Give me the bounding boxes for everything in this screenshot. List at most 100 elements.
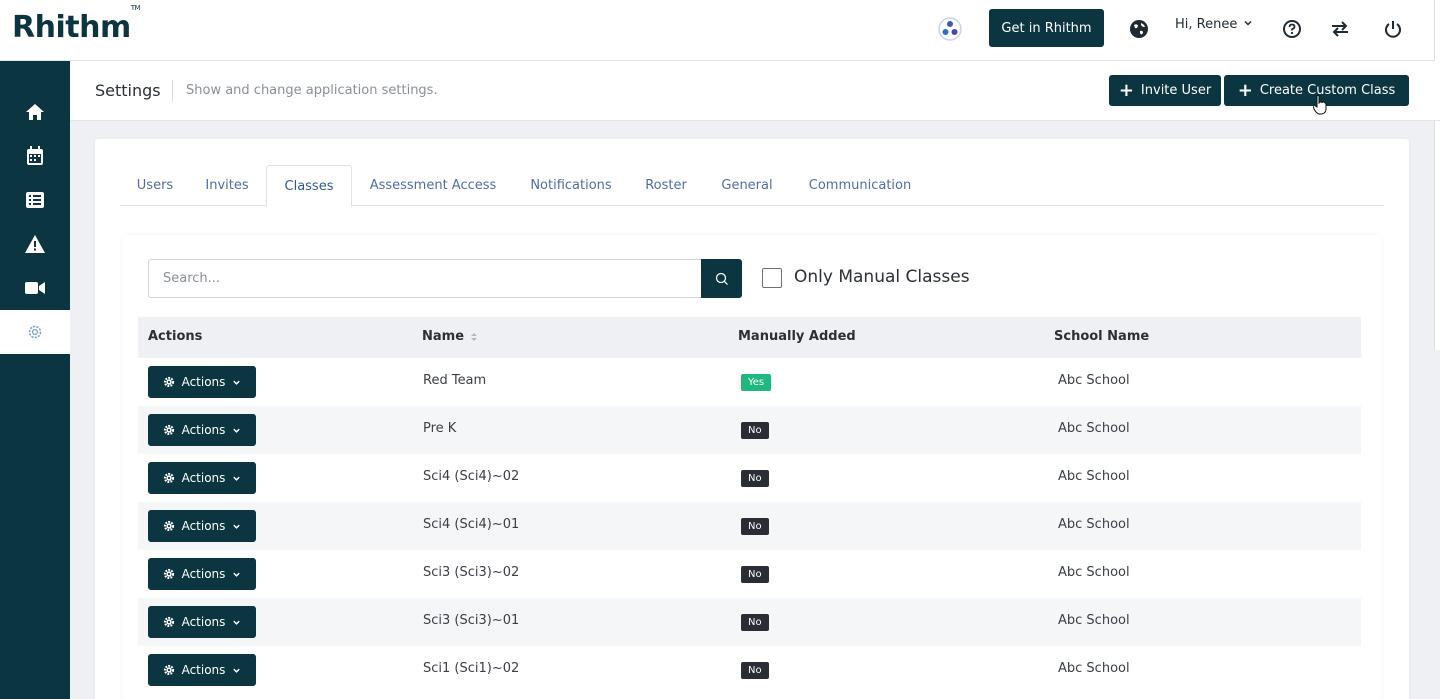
tab-notifications[interactable]: Notifications	[514, 165, 628, 206]
chevron-down-icon	[233, 380, 241, 385]
top-bar: RhithmTM Get in Rhithm Hi, Renee	[0, 0, 1440, 350]
calendar-icon	[27, 146, 43, 165]
search-input[interactable]	[148, 259, 702, 298]
school-name: Abc School	[1058, 613, 1130, 628]
get-in-rhithm-button[interactable]: Get in Rhithm	[989, 9, 1104, 47]
power-icon[interactable]	[1381, 17, 1405, 41]
school-name: Abc School	[1058, 565, 1130, 580]
video-camera-icon	[25, 282, 45, 294]
manual-badge: No	[741, 470, 769, 487]
gear-icon	[163, 520, 174, 532]
tab-users[interactable]: Users	[120, 165, 190, 206]
tab-communication[interactable]: Communication	[794, 165, 926, 206]
manual-badge: No	[741, 422, 769, 439]
chevron-down-icon	[233, 476, 241, 481]
gear-icon	[163, 568, 174, 580]
gear-icon	[163, 472, 174, 484]
chevron-down-icon	[1243, 17, 1253, 32]
table-row: Actions Sci3 (Sci3)~02 No Abc School	[138, 550, 1361, 598]
gear-icon	[163, 424, 174, 436]
column-school-name: School Name	[1054, 329, 1150, 344]
user-greeting: Hi, Renee	[1175, 17, 1238, 32]
sidebar-item-calendar[interactable]	[0, 134, 70, 178]
actions-label: Actions	[181, 615, 226, 629]
manual-badge: No	[741, 518, 769, 535]
table-row: Actions Red Team Yes Abc School	[138, 358, 1361, 406]
tab-assessment-access[interactable]: Assessment Access	[356, 165, 510, 206]
actions-dropdown-button[interactable]: Actions	[148, 510, 256, 542]
manual-badge: No	[741, 614, 769, 631]
gear-icon	[163, 376, 174, 388]
warning-icon	[25, 235, 45, 253]
sidebar-item-alerts[interactable]	[0, 222, 70, 266]
school-name: Abc School	[1058, 421, 1130, 436]
class-name: Pre K	[423, 421, 457, 436]
class-name: Sci1 (Sci1)~02	[423, 661, 520, 676]
column-actions: Actions	[148, 329, 203, 344]
column-manually-added: Manually Added	[738, 329, 856, 344]
user-menu[interactable]: Hi, Renee	[1175, 17, 1253, 32]
invite-user-button[interactable]: + Invite User	[1109, 75, 1221, 106]
actions-label: Actions	[181, 471, 226, 485]
class-name: Red Team	[423, 373, 487, 388]
chevron-down-icon	[233, 428, 241, 433]
class-name: Sci3 (Sci3)~02	[423, 565, 520, 580]
actions-dropdown-button[interactable]: Actions	[148, 654, 256, 686]
search-icon	[715, 272, 728, 285]
chevron-down-icon	[233, 620, 241, 625]
school-name: Abc School	[1058, 661, 1130, 676]
page-title: Settings	[95, 81, 161, 100]
chevron-down-icon	[233, 524, 241, 529]
sidebar-item-video[interactable]	[0, 266, 70, 310]
actions-dropdown-button[interactable]: Actions	[148, 462, 256, 494]
school-name: Abc School	[1058, 469, 1130, 484]
actions-label: Actions	[181, 519, 226, 533]
tab-classes[interactable]: Classes	[266, 165, 352, 207]
list-icon	[26, 192, 44, 208]
scrollbar[interactable]	[1434, 0, 1440, 350]
sidebar-item-home[interactable]	[0, 90, 70, 134]
sort-icon[interactable]	[470, 332, 478, 342]
globe-icon[interactable]	[1127, 17, 1151, 41]
header-divider	[172, 80, 173, 102]
chevron-down-icon	[233, 572, 241, 577]
settings-card: Users Invites Classes Assessment Access …	[95, 139, 1409, 699]
actions-dropdown-button[interactable]: Actions	[148, 414, 256, 446]
chevron-down-icon	[233, 668, 241, 673]
tab-general[interactable]: General	[704, 165, 790, 206]
sidebar-item-settings[interactable]	[0, 310, 70, 354]
rhithm-logo[interactable]: RhithmTM	[12, 4, 141, 45]
actions-dropdown-button[interactable]: Actions	[148, 558, 256, 590]
class-name: Sci4 (Sci4)~02	[423, 469, 520, 484]
search-button[interactable]	[701, 259, 742, 298]
actions-label: Actions	[181, 567, 226, 581]
actions-label: Actions	[181, 663, 226, 677]
table-header: Actions Name Manually Added School Name	[138, 317, 1361, 358]
table-body: Actions Red Team Yes Abc School Actions Pre K…	[138, 358, 1361, 694]
gear-icon	[163, 664, 174, 676]
only-manual-checkbox[interactable]	[762, 268, 782, 288]
sidebar-item-list[interactable]	[0, 178, 70, 222]
tab-roster[interactable]: Roster	[632, 165, 700, 206]
page-description: Show and change application settings.	[186, 83, 438, 98]
table-row: Actions Sci4 (Sci4)~01 No Abc School	[138, 502, 1361, 550]
manual-badge: No	[741, 566, 769, 583]
tab-invites[interactable]: Invites	[192, 165, 262, 206]
help-icon[interactable]	[1280, 17, 1304, 41]
classes-table: Actions Name Manually Added School Name …	[138, 317, 1361, 694]
school-name: Abc School	[1058, 517, 1130, 532]
actions-dropdown-button[interactable]: Actions	[148, 366, 256, 398]
table-row: Actions Pre K No Abc School	[138, 406, 1361, 454]
column-name[interactable]: Name	[422, 329, 478, 344]
classes-panel: Only Manual Classes Actions Name Manuall…	[123, 235, 1381, 699]
switch-arrows-icon[interactable]	[1328, 17, 1352, 41]
home-icon	[26, 104, 44, 120]
only-manual-label: Only Manual Classes	[794, 267, 970, 287]
class-name: Sci3 (Sci3)~01	[423, 613, 520, 628]
actions-label: Actions	[181, 375, 226, 389]
page-header: Settings Show and change application set…	[70, 61, 1440, 121]
hand-cursor-icon	[1312, 95, 1327, 119]
actions-dropdown-button[interactable]: Actions	[148, 606, 256, 638]
rhithm-orb-icon[interactable]	[938, 17, 962, 41]
plus-icon: +	[1237, 79, 1253, 101]
